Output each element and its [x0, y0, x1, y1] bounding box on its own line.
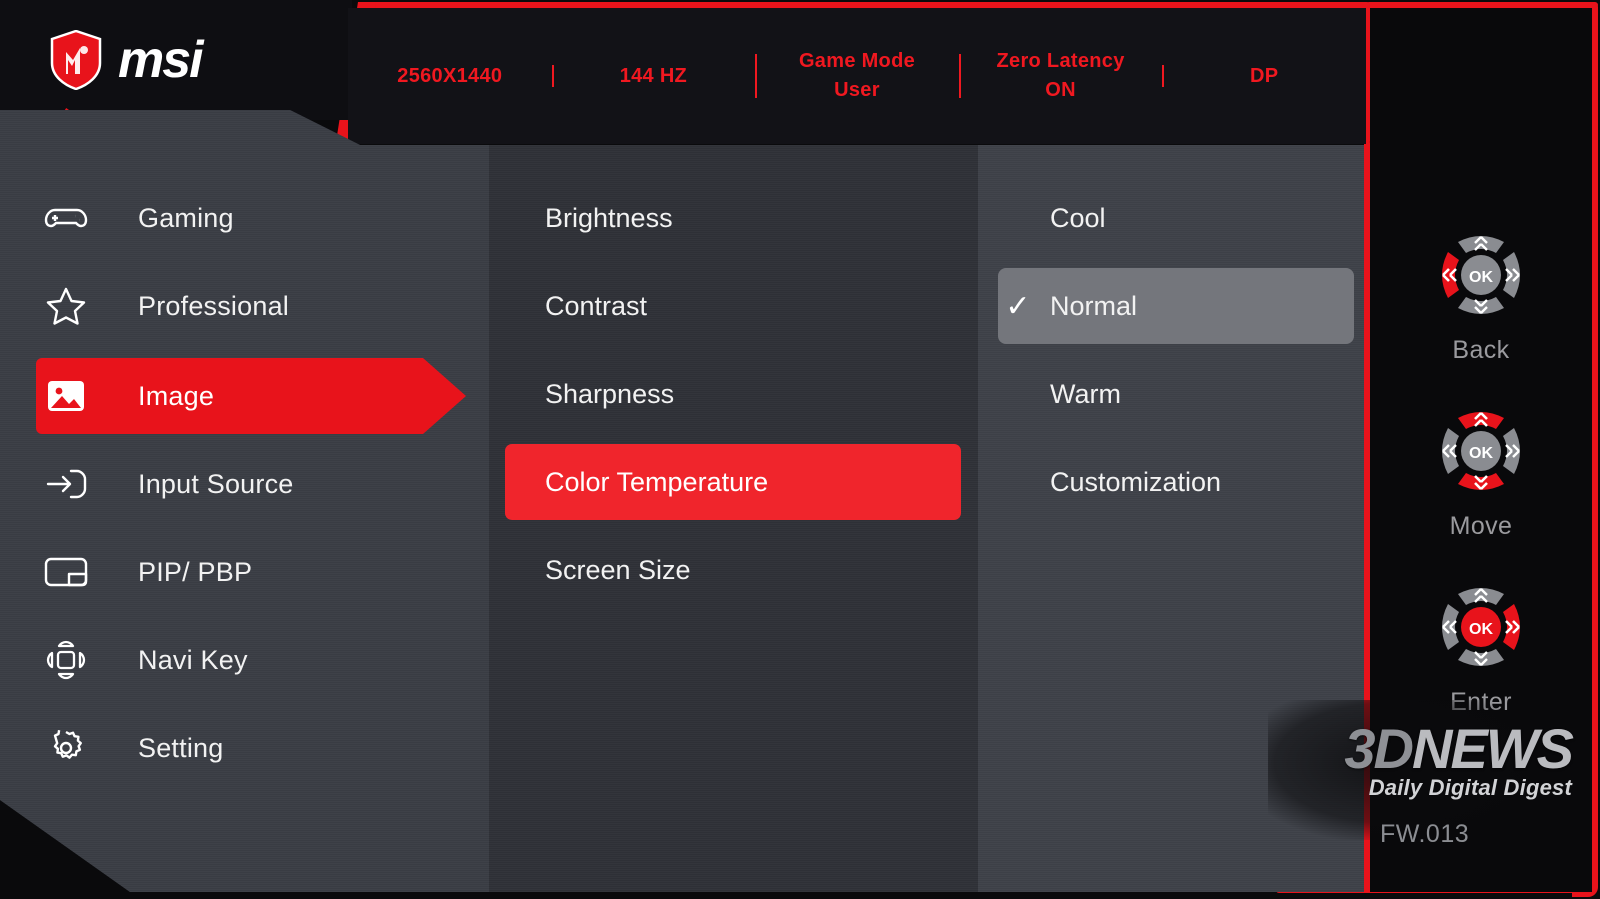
status-item-zero-latency: Zero Latency ON — [958, 47, 1163, 105]
sidebar-label-professional: Professional — [138, 290, 289, 321]
submenu-label-screen-size: Screen Size — [545, 554, 691, 585]
svg-text:OK: OK — [1469, 269, 1493, 286]
option-item-normal[interactable]: ✓ Normal — [978, 268, 1364, 344]
status-latency-line2: ON — [1045, 79, 1076, 101]
status-item-game-mode: Game Mode User — [755, 47, 959, 105]
nav-label-enter: Enter — [1450, 688, 1512, 716]
sidebar-active-highlight — [36, 358, 466, 434]
sidebar-item-setting[interactable]: Setting — [0, 710, 489, 786]
nav-label-move: Move — [1449, 512, 1513, 540]
nav-key-hints-panel: OK Back OK Move OK Enter — [1370, 8, 1592, 892]
sidebar-label-input-source: Input Source — [138, 468, 294, 499]
msi-dragon-shield-icon — [50, 30, 102, 90]
sidebar-label-navi-key: Navi Key — [138, 644, 248, 675]
status-refresh-line1: 144 HZ — [619, 64, 688, 87]
dpad-enter-icon: OK — [1426, 572, 1536, 682]
gear-icon — [38, 729, 94, 767]
picture-icon — [38, 379, 94, 413]
frame-right — [1592, 4, 1598, 884]
submenu-label-contrast: Contrast — [545, 290, 648, 321]
submenu-item-brightness[interactable]: Brightness — [489, 180, 978, 256]
option-label-normal: Normal — [1050, 290, 1138, 321]
option-label-cool: Cool — [1050, 202, 1106, 233]
sidebar-item-gaming[interactable]: Gaming — [0, 180, 489, 256]
nav-hint-back[interactable]: OK Back — [1370, 220, 1592, 365]
submenu-item-contrast[interactable]: Contrast — [489, 268, 978, 344]
sidebar-label-setting: Setting — [138, 732, 224, 763]
pip-window-icon — [38, 556, 94, 588]
brand-logo-area: msi — [0, 0, 352, 120]
submenu-item-sharpness[interactable]: Sharpness — [489, 356, 978, 432]
gamepad-icon — [38, 203, 94, 233]
input-arrow-icon — [38, 468, 94, 500]
sidebar-item-pip-pbp[interactable]: PIP/ PBP — [0, 534, 489, 610]
status-bar: 2560X1440 144 HZ Game Mode User Zero Lat… — [348, 8, 1366, 144]
star-icon — [38, 287, 94, 325]
nav-label-back: Back — [1452, 336, 1510, 364]
sidebar-item-navi-key[interactable]: Navi Key — [0, 622, 489, 698]
submenu-item-color-temperature[interactable]: Color Temperature — [489, 444, 978, 520]
submenu-label-color-temperature: Color Temperature — [545, 466, 769, 497]
status-item-refresh-rate: 144 HZ — [551, 62, 756, 91]
svg-text:OK: OK — [1469, 621, 1493, 638]
osd-panel: Gaming Professional Image Input Source P… — [0, 110, 1364, 892]
submenu-item-screen-size[interactable]: Screen Size — [489, 532, 978, 608]
navi-dpad-icon — [38, 640, 94, 680]
sidebar-item-professional[interactable]: Professional — [0, 268, 489, 344]
option-item-warm[interactable]: Warm — [978, 356, 1364, 432]
firmware-version: FW.013 — [1380, 820, 1470, 848]
option-item-cool[interactable]: Cool — [978, 180, 1364, 256]
status-gamemode-line1: Game Mode — [798, 50, 916, 72]
sidebar-label-pip-pbp: PIP/ PBP — [138, 556, 253, 587]
status-latency-line1: Zero Latency — [996, 50, 1125, 72]
option-label-warm: Warm — [1050, 378, 1121, 409]
status-item-resolution: 2560X1440 — [348, 62, 552, 91]
submenu-label-sharpness: Sharpness — [545, 378, 675, 409]
sidebar-item-image[interactable]: Image — [0, 358, 489, 434]
status-gamemode-line2: User — [834, 79, 880, 101]
monitor-osd-screen: msi 2560X1440 144 HZ Game Mode User Zero… — [0, 0, 1600, 899]
dpad-move-icon: OK — [1426, 396, 1536, 506]
dpad-back-icon: OK — [1426, 220, 1536, 330]
nav-hint-enter[interactable]: OK Enter — [1370, 572, 1592, 717]
status-resolution-line1: 2560X1440 — [397, 64, 503, 87]
status-input-line1: DP — [1249, 64, 1279, 87]
checkmark-icon: ✓ — [1005, 289, 1031, 323]
sidebar-label-image: Image — [138, 380, 215, 411]
status-item-input: DP — [1162, 62, 1366, 91]
option-item-customization[interactable]: Customization — [978, 444, 1364, 520]
brand-name: msi — [118, 31, 204, 89]
sidebar-label-gaming: Gaming — [138, 202, 234, 233]
svg-text:OK: OK — [1469, 445, 1493, 462]
submenu-label-brightness: Brightness — [545, 202, 673, 233]
option-label-customization: Customization — [1050, 466, 1222, 497]
nav-hint-move[interactable]: OK Move — [1370, 396, 1592, 541]
sidebar-item-input-source[interactable]: Input Source — [0, 446, 489, 522]
